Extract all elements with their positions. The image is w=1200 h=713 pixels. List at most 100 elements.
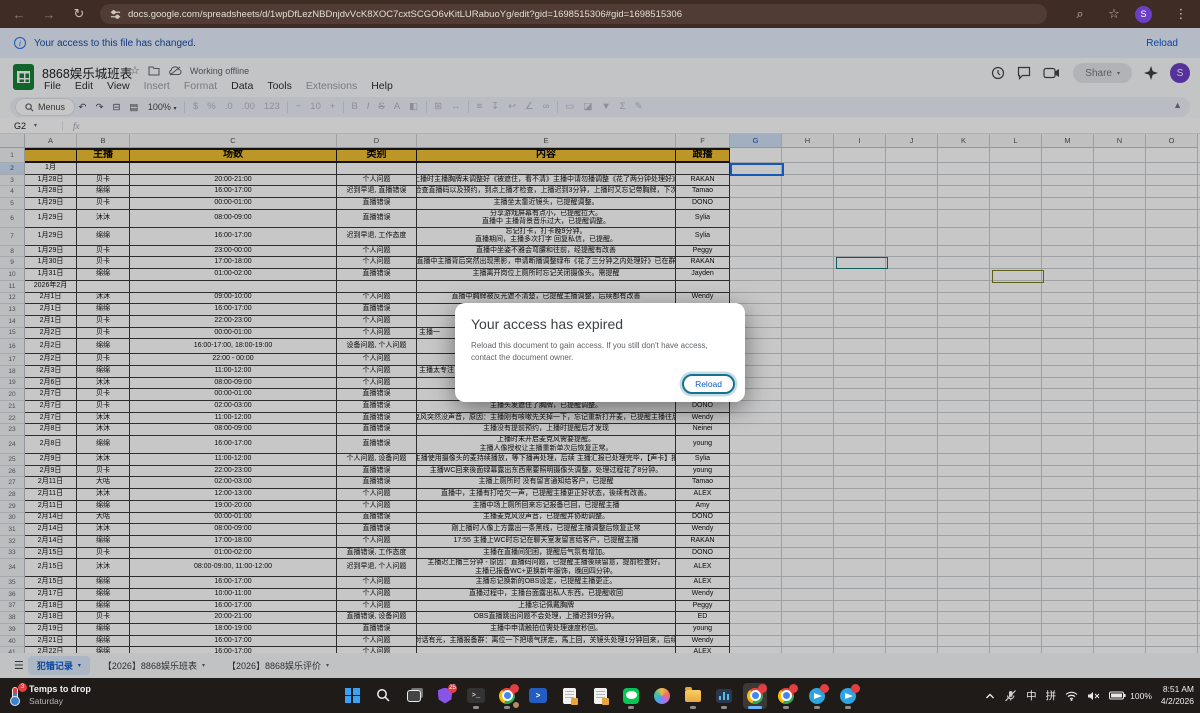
browser-menu-icon[interactable]: ⋮ <box>1170 3 1192 25</box>
cell-A21[interactable]: 2月7日 <box>25 401 77 413</box>
row-number[interactable]: 9 <box>0 257 25 269</box>
cell-B1[interactable]: 主播 <box>77 148 130 163</box>
cell-F22[interactable]: Wendy <box>676 413 730 425</box>
grid-empty-cells[interactable] <box>730 401 1200 413</box>
taskbar-app-file-explorer-icon[interactable] <box>681 683 705 709</box>
ime-language-icon[interactable]: 中 <box>1026 688 1037 703</box>
reload-icon[interactable]: ↻ <box>68 3 90 25</box>
grid-empty-cells[interactable] <box>730 163 1200 175</box>
cell-A3[interactable]: 1月28日 <box>25 175 77 187</box>
cell-D11[interactable] <box>337 281 417 293</box>
cell-F29[interactable]: Amy <box>676 501 730 513</box>
comments-icon[interactable] <box>1017 66 1031 80</box>
cell-E34[interactable]: 主播迟上播三分钟 - 原因：直播码问题，已提醒主播後续留意，提前检查好。主播已报… <box>417 559 676 577</box>
cell-C11[interactable] <box>130 281 337 293</box>
cell-C34[interactable]: 08:00-09:00, 11:00-12:00 <box>130 559 337 577</box>
weather-widget[interactable]: 3 Temps to drop Saturday <box>8 678 91 713</box>
cell-D3[interactable]: 个人问题 <box>337 175 417 187</box>
cell-C22[interactable]: 11:00-12:00 <box>130 413 337 425</box>
cell-E38[interactable]: OBS直播跳出问题不会处理，上播迟到9分钟。 <box>417 612 676 624</box>
cell-B27[interactable]: 大咕 <box>77 477 130 489</box>
version-history-icon[interactable] <box>991 66 1005 80</box>
cell-D4[interactable]: 迟到早退, 直播错误 <box>337 186 417 198</box>
row-number[interactable]: 29 <box>0 501 25 513</box>
cell-E3[interactable]: 上播时主播胸牌未调整好《被遮住，看不清》主播中请勿播调整《花了两分钟处理好》 <box>417 175 676 187</box>
cell-D31[interactable]: 直播错误 <box>337 524 417 536</box>
cell-F23[interactable]: Neinei <box>676 424 730 436</box>
cell-C19[interactable]: 08:00-09:00 <box>130 378 337 390</box>
cell-C2[interactable] <box>130 163 337 175</box>
cell-F32[interactable]: RAKAN <box>676 536 730 548</box>
menu-view[interactable]: View <box>101 79 136 93</box>
row-number[interactable]: 6 <box>0 210 25 228</box>
tray-expand-icon[interactable] <box>985 692 995 700</box>
taskbar-app-task-view-icon[interactable] <box>402 683 426 709</box>
menu-format[interactable]: Format <box>178 79 223 93</box>
cell-D1[interactable]: 类别 <box>337 148 417 163</box>
cell-D12[interactable]: 个人问题 <box>337 293 417 305</box>
taskbar-app-start-icon[interactable] <box>340 683 364 709</box>
row-number[interactable]: 23 <box>0 424 25 436</box>
row-number[interactable]: 35 <box>0 577 25 589</box>
taskbar-app-notepad-icon[interactable] <box>557 683 581 709</box>
row-number[interactable]: 27 <box>0 477 25 489</box>
cell-B32[interactable]: 绵绵 <box>77 536 130 548</box>
cell-C13[interactable]: 16:00-17:00 <box>130 304 337 316</box>
cell-D15[interactable]: 个人问题 <box>337 328 417 340</box>
cell-E2[interactable] <box>417 163 676 175</box>
cell-C40[interactable]: 16:00-17:00 <box>130 636 337 648</box>
cell-A12[interactable]: 2月1日 <box>25 293 77 305</box>
cell-A23[interactable]: 2月8日 <box>25 424 77 436</box>
print-icon[interactable]: ⊟ <box>108 102 125 113</box>
cell-D14[interactable]: 个人问题 <box>337 316 417 328</box>
cell-C16[interactable]: 16:00-17:00, 18:00-19:00 <box>130 339 337 354</box>
row-number[interactable]: 24 <box>0 436 25 454</box>
menus-search-button[interactable]: Menus <box>16 99 74 115</box>
taskbar-app-search-icon[interactable] <box>371 683 395 709</box>
grid-empty-cells[interactable] <box>730 304 1200 316</box>
cell-B39[interactable]: 绵绵 <box>77 624 130 636</box>
grid-empty-cells[interactable] <box>730 354 1200 366</box>
row-number[interactable]: 36 <box>0 589 25 601</box>
cell-E39[interactable]: 主播中申请触拍位需处理速度秒回。 <box>417 624 676 636</box>
menu-tools[interactable]: Tools <box>261 79 298 93</box>
cell-E32[interactable]: 17:55 主播上WC时忘记在聊天室发留言给客户，已提醒主播 <box>417 536 676 548</box>
cell-C32[interactable]: 17:00-18:00 <box>130 536 337 548</box>
cell-D38[interactable]: 直播错误, 设备问题 <box>337 612 417 624</box>
taskbar-clock[interactable]: 8:51 AM 4/2/2026 <box>1161 684 1194 707</box>
cell-F35[interactable]: ALEX <box>676 577 730 589</box>
taskbar-app-line-icon[interactable] <box>619 683 643 709</box>
cell-C1[interactable]: 场数 <box>130 148 337 163</box>
row-number[interactable]: 14 <box>0 316 25 328</box>
grid-empty-cells[interactable] <box>730 424 1200 436</box>
cell-C4[interactable]: 16:00-17:00 <box>130 186 337 198</box>
grid-empty-cells[interactable] <box>730 559 1200 577</box>
cell-A39[interactable]: 2月19日 <box>25 624 77 636</box>
cell-D5[interactable]: 直播错误 <box>337 198 417 210</box>
site-settings-icon[interactable] <box>110 9 121 20</box>
grid-empty-cells[interactable] <box>730 228 1200 246</box>
cell-A29[interactable]: 2月11日 <box>25 501 77 513</box>
column-header-F[interactable]: F <box>676 134 730 148</box>
cell-A27[interactable]: 2月11日 <box>25 477 77 489</box>
column-header-N[interactable]: N <box>1094 134 1146 148</box>
cell-A14[interactable]: 2月1日 <box>25 316 77 328</box>
taskbar-app-chrome-active-icon[interactable] <box>743 683 767 709</box>
cell-E31[interactable]: 刚上播时人像上方露出一条黑线，已提醒主播调整后恢复正常 <box>417 524 676 536</box>
column-header-L[interactable]: L <box>990 134 1042 148</box>
cell-B31[interactable]: 沐沐 <box>77 524 130 536</box>
sheet-tab-1[interactable]: 犯错记录▾ <box>28 656 90 675</box>
cell-C8[interactable]: 23:00-00:00 <box>130 246 337 258</box>
cell-B30[interactable]: 大咕 <box>77 513 130 525</box>
row-number[interactable]: 10 <box>0 269 25 281</box>
column-header-H[interactable]: H <box>782 134 834 148</box>
cell-C12[interactable]: 09:00-10:00 <box>130 293 337 305</box>
cell-E6[interactable]: 分享游戏屏幕有点小，已提醒拉大。直播中 主播背景音乐过大，已提醒调整。 <box>417 210 676 228</box>
sheet-tab-caret-icon[interactable]: ▾ <box>326 662 329 669</box>
row-number[interactable]: 7 <box>0 228 25 246</box>
cell-E35[interactable]: 主播忘记换新的OBS设定，已提醒主播更正。 <box>417 577 676 589</box>
cell-F1[interactable]: 跟播 <box>676 148 730 163</box>
column-header-O[interactable]: O <box>1146 134 1198 148</box>
taskbar-app-copilot-icon[interactable] <box>650 683 674 709</box>
cell-C26[interactable]: 22:00-23:00 <box>130 466 337 478</box>
